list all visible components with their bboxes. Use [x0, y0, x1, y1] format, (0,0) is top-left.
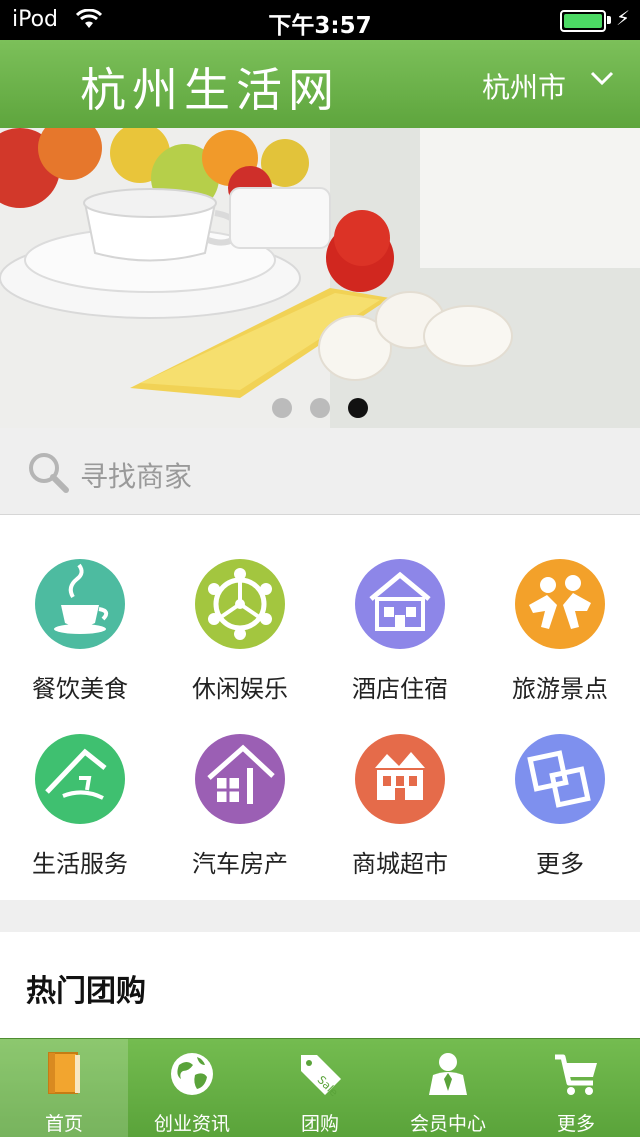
tab-home[interactable]: 首页	[0, 1039, 128, 1137]
status-bar: iPod 下午3:57 ⚡	[0, 0, 640, 40]
category-label: 商城超市	[352, 850, 448, 878]
member-icon	[429, 1053, 467, 1095]
hotel-house-icon	[355, 559, 445, 649]
tab-more[interactable]: 更多	[512, 1039, 640, 1137]
tab-groupbuy[interactable]: Sale 团购	[256, 1039, 384, 1137]
battery-icon	[560, 10, 606, 32]
tab-label: 创业资讯	[153, 1113, 230, 1135]
sale-tag-icon: Sale	[301, 1055, 341, 1099]
category-travel[interactable]: 旅游景点	[480, 515, 640, 703]
hot-groupbuy-section: 热门团购	[0, 932, 640, 1038]
cart-icon	[555, 1054, 597, 1095]
carousel-indicator[interactable]	[0, 398, 640, 422]
wheel-icon	[195, 559, 285, 649]
category-car-house[interactable]: 汽车房产	[160, 690, 320, 878]
city-selector[interactable]: 杭州市	[482, 66, 566, 106]
chevron-down-icon[interactable]	[590, 70, 614, 90]
tab-label: 团购	[300, 1113, 339, 1135]
app-header: 杭州生活网 杭州市	[0, 40, 640, 129]
tab-label: 更多	[556, 1113, 595, 1135]
banner-image	[0, 128, 640, 428]
category-hotel[interactable]: 酒店住宿	[320, 515, 480, 703]
tab-label: 首页	[44, 1113, 83, 1135]
life-service-icon	[35, 734, 125, 824]
charging-icon: ⚡	[615, 6, 630, 30]
tab-startup-news[interactable]: 创业资讯	[128, 1039, 256, 1137]
app-title: 杭州生活网	[80, 63, 340, 117]
section-title: 热门团购	[26, 974, 146, 1009]
book-icon	[48, 1052, 80, 1094]
carousel-dot[interactable]	[310, 398, 330, 418]
search-icon	[26, 450, 70, 498]
shop-building-icon	[355, 734, 445, 824]
travel-people-icon	[515, 559, 605, 649]
category-food[interactable]: 餐饮美食	[0, 515, 160, 703]
category-life-service[interactable]: 生活服务	[0, 690, 160, 878]
tab-member-center[interactable]: 会员中心	[384, 1039, 512, 1137]
search-input[interactable]: 寻找商家	[80, 455, 192, 495]
coffee-cup-icon	[35, 559, 125, 649]
banner-carousel[interactable]	[0, 128, 640, 428]
category-more[interactable]: 更多	[480, 690, 640, 878]
search-bar[interactable]: 寻找商家	[0, 428, 640, 515]
category-label: 汽车房产	[192, 850, 288, 878]
house-icon	[195, 734, 285, 824]
clock: 下午3:57	[268, 13, 372, 39]
category-label: 生活服务	[32, 850, 128, 878]
category-mall[interactable]: 商城超市	[320, 690, 480, 878]
section-divider	[0, 900, 640, 932]
bottom-tab-bar: 首页 创业资讯 Sale 团购 会员中心 更多	[0, 1038, 640, 1137]
category-leisure[interactable]: 休闲娱乐	[160, 515, 320, 703]
category-label: 更多	[536, 850, 584, 878]
globe-icon	[171, 1053, 213, 1095]
carousel-dot[interactable]	[272, 398, 292, 418]
category-grid: 餐饮美食 休闲娱乐 酒店住宿 旅游景点 生活服务 汽车房产 商城超市 更多	[0, 515, 640, 900]
battery-tip	[607, 16, 611, 24]
tab-label: 会员中心	[409, 1113, 486, 1135]
carousel-dot-active[interactable]	[348, 398, 368, 418]
more-squares-icon	[515, 734, 605, 824]
